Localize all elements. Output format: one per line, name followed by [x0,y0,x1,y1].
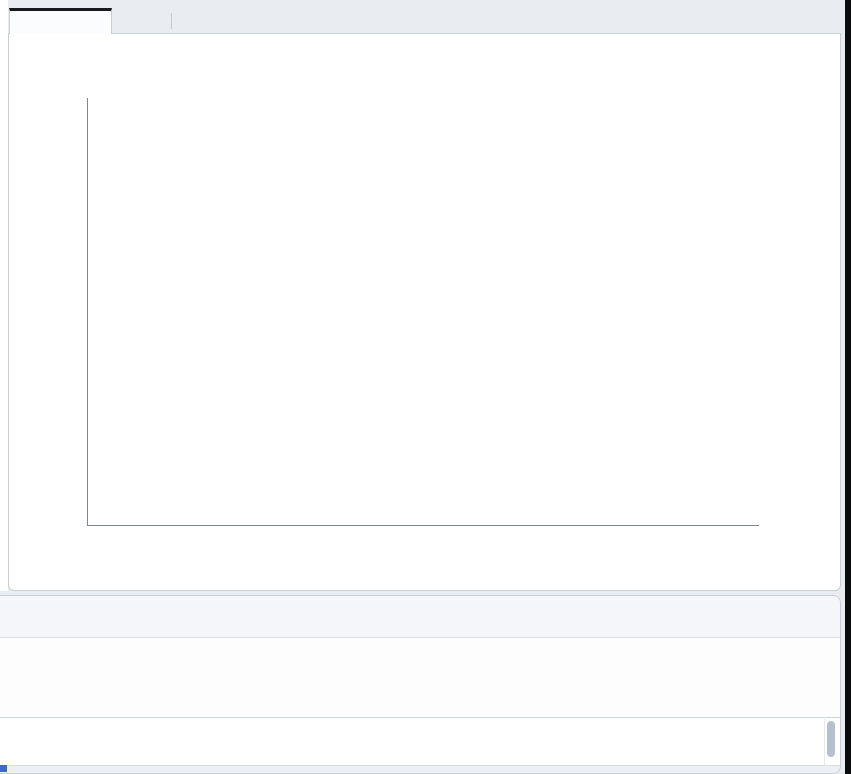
table-vertical-scrollbar[interactable] [824,719,837,767]
heatmap-canvas[interactable] [88,98,758,525]
scroll-corner [0,765,7,772]
table-header [0,638,840,717]
app-window [0,0,851,774]
table-panel [0,595,841,774]
y-axis-line [87,98,88,526]
table-horizontal-scrollbar[interactable] [0,765,840,773]
colorbar [780,136,794,520]
table-rows [0,717,840,767]
x-axis-line [87,525,759,526]
chart-panel [8,33,841,591]
window-edge [845,0,851,774]
tab-separator [171,13,172,29]
table-toolbar [0,596,840,638]
left-gutter [0,0,8,591]
tab-active-chart[interactable] [9,8,112,34]
tab-details[interactable] [111,10,169,33]
scrollbar-thumb[interactable] [827,721,835,757]
